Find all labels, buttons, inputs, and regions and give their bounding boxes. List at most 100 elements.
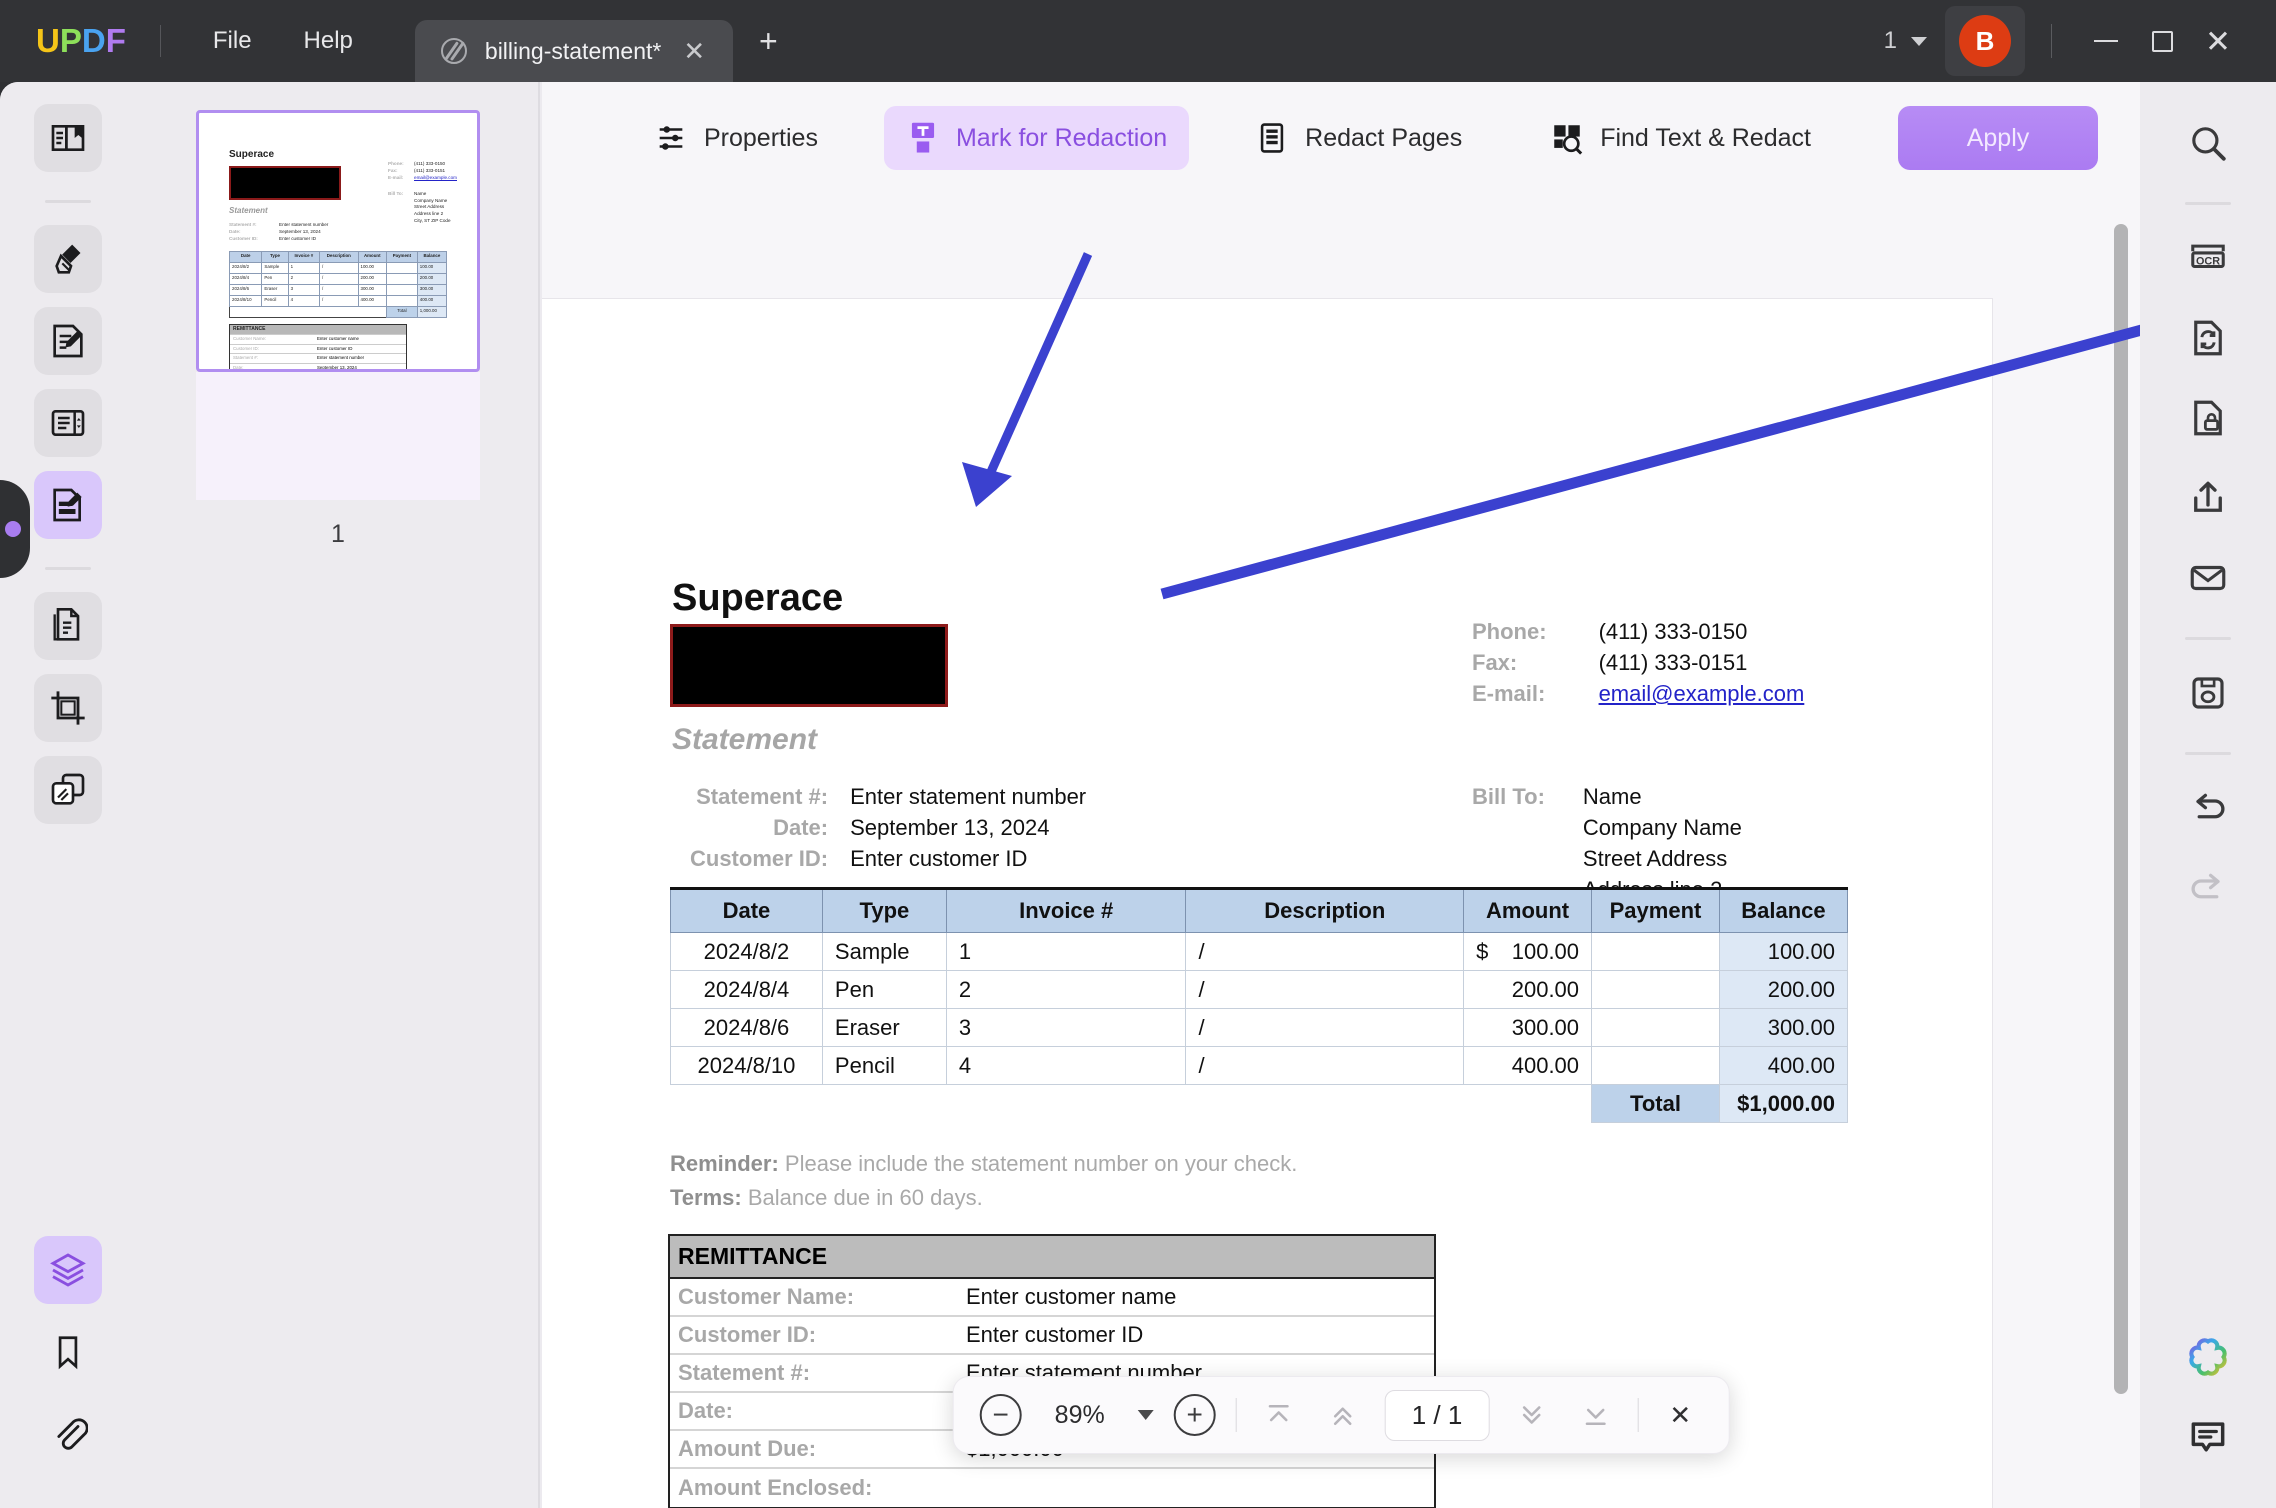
right-tool-rail: OCR — [2140, 82, 2276, 1508]
mini-col: Balance — [416, 250, 448, 263]
bill-to-line: Street Address — [1582, 846, 1728, 871]
new-tab-icon[interactable]: + — [751, 24, 785, 58]
zoom-dropdown-icon[interactable] — [1137, 1410, 1154, 1420]
right-item-share[interactable] — [2173, 463, 2243, 533]
redaction-box[interactable] — [670, 624, 948, 707]
col-description: Description — [1185, 887, 1465, 933]
sidebar-item-organize-pages[interactable] — [34, 592, 102, 660]
col-date: Date — [670, 887, 823, 933]
terms-text: Balance due in 60 days. — [741, 1185, 983, 1210]
email-icon — [2190, 565, 2226, 591]
email-link[interactable]: email@example.com — [1599, 681, 1805, 706]
avatar-button[interactable]: B — [1945, 6, 2025, 76]
sidebar-item-bookmark[interactable] — [34, 1318, 102, 1386]
sidebar-item-form-fields[interactable] — [34, 389, 102, 457]
menu-help[interactable]: Help — [278, 19, 379, 63]
tool-mark-for-redaction[interactable]: Mark for Redaction — [883, 106, 1190, 170]
prev-page-button[interactable] — [1321, 1393, 1365, 1437]
mini-billto-line: Name — [414, 190, 427, 196]
right-item-protect[interactable] — [2173, 383, 2243, 453]
sidebar-item-edit-pdf[interactable] — [34, 307, 102, 375]
sidebar-item-compare[interactable] — [34, 756, 102, 824]
next-page-button[interactable] — [1509, 1393, 1553, 1437]
maximize-button[interactable] — [2134, 13, 2190, 69]
right-item-email[interactable] — [2173, 543, 2243, 613]
zoom-in-button[interactable]: + — [1173, 1394, 1216, 1436]
zoom-out-button[interactable]: − — [979, 1394, 1022, 1436]
right-item-search[interactable] — [2173, 108, 2243, 178]
cell-type: Pencil — [821, 1046, 947, 1085]
tool-properties[interactable]: Properties — [632, 107, 840, 169]
right-rail-divider-2 — [2185, 637, 2231, 640]
menu-file[interactable]: File — [187, 19, 278, 63]
thumbnail-preview: Superace Statement Statement #: Enter sta… — [199, 113, 477, 369]
last-page-button[interactable] — [1573, 1393, 1617, 1437]
mini-billto-line: Company Name — [414, 197, 448, 203]
page-thumbnail-1[interactable]: Superace Statement Statement #: Enter sta… — [196, 110, 480, 372]
mini-invoice-table: Date Type Invoice # Description Amount P… — [228, 250, 448, 318]
sidebar-item-layers[interactable] — [34, 1236, 102, 1304]
document-tab[interactable]: billing-statement* ✕ — [414, 20, 734, 82]
sidebar-item-redact[interactable] — [34, 471, 102, 539]
tool-find-text-and-redact[interactable]: Find Text & Redact — [1528, 107, 1833, 169]
right-item-comment[interactable] — [2173, 1402, 2243, 1472]
logo-letter-u: U — [36, 22, 60, 59]
right-item-ai-assistant[interactable] — [2173, 1322, 2243, 1392]
remittance-row: Customer ID: Enter customer ID — [670, 1317, 1434, 1355]
cell-amount: 300.00 — [1463, 1008, 1593, 1047]
mini-row: 2024/8/6 Eraser 3/300.00 300.00 — [228, 283, 448, 296]
mark-text-icon — [911, 122, 935, 153]
cell-payment — [1591, 1008, 1720, 1047]
close-tab-icon[interactable]: ✕ — [677, 34, 711, 68]
mini-contact-val: (411) 333-0151 — [414, 167, 446, 173]
minimize-button[interactable] — [2078, 13, 2134, 69]
sidebar-item-highlighter[interactable] — [34, 225, 102, 293]
updf-logo: U P D F — [36, 22, 126, 60]
mini-col: Description — [319, 250, 359, 263]
first-page-button[interactable] — [1257, 1393, 1301, 1437]
cell-description: / — [1185, 932, 1465, 971]
document-canvas: Superace Statement Statement #: Enter st… — [542, 194, 2140, 1508]
right-item-convert[interactable] — [2173, 303, 2243, 373]
apply-button[interactable]: Apply — [1898, 106, 2098, 170]
svg-text:OCR: OCR — [2196, 255, 2220, 267]
table-total-row: Total $1,000.00 — [670, 1084, 1849, 1123]
sidebar-item-crop[interactable] — [34, 674, 102, 742]
crop-icon — [51, 691, 85, 725]
account-switcher[interactable]: 1 — [1884, 27, 1927, 55]
page-indicator[interactable]: 1 / 1 — [1384, 1389, 1490, 1441]
sidebar-item-attachment[interactable] — [34, 1400, 102, 1468]
right-item-save[interactable] — [2173, 658, 2243, 728]
tool-redact-pages[interactable]: Redact Pages — [1233, 107, 1484, 169]
total-value: $1,000.00 — [1718, 1084, 1849, 1123]
cell-invoice: 1 — [945, 932, 1187, 971]
mini-meta-val: Enter statement number — [279, 222, 329, 227]
right-item-undo[interactable] — [2173, 773, 2243, 843]
undo-icon — [2196, 793, 2225, 819]
total-label: Total — [1591, 1084, 1720, 1123]
cell-date: 2024/8/2 — [670, 932, 823, 971]
remittance-title: REMITTANCE — [670, 1236, 1434, 1279]
zoom-level-label[interactable]: 89% — [1042, 1401, 1118, 1430]
customer-id-value: Enter customer ID — [850, 846, 1028, 871]
sidebar-item-reader[interactable] — [34, 104, 102, 172]
close-zoombar-button[interactable]: ✕ — [1658, 1393, 1702, 1437]
pdf-page[interactable]: Superace Statement Statement #: Enter st… — [542, 299, 1992, 1508]
mini-remittance: REMITTANCE Customer Name: Enter customer … — [229, 323, 407, 369]
right-item-ocr[interactable]: OCR — [2173, 223, 2243, 293]
redact-toolbar: Properties Mark for Redaction Redact Pag… — [542, 82, 2140, 194]
phone-value: (411) 333-0150 — [1598, 619, 1748, 644]
cell-type: Eraser — [821, 1008, 947, 1047]
statement-date-label: Date: — [773, 815, 829, 840]
cell-balance: 200.00 — [1718, 970, 1849, 1009]
right-item-redo[interactable] — [2173, 853, 2243, 923]
mini-col: Payment — [386, 250, 418, 263]
panel-collapse-handle[interactable] — [0, 480, 30, 578]
document-subtitle: Statement — [672, 723, 818, 756]
vertical-scrollbar[interactable] — [2114, 224, 2128, 1394]
cell-payment — [1591, 970, 1720, 1009]
close-window-button[interactable]: ✕ — [2190, 13, 2246, 69]
ai-assistant-icon — [2189, 1338, 2227, 1376]
col-type: Type — [821, 887, 947, 933]
cell-description: / — [1185, 1008, 1465, 1047]
